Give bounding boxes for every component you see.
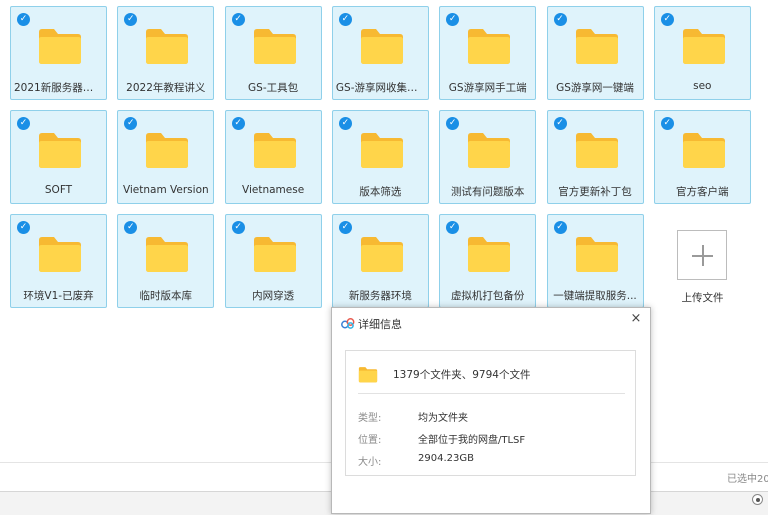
folder-name: GS-工具包 (248, 82, 299, 94)
checkmark-icon[interactable]: ✓ (338, 117, 352, 130)
folder-tile[interactable]: ✓ 临时版本库 (117, 214, 215, 308)
checkmark-icon[interactable]: ✓ (17, 13, 30, 26)
checkmark-icon[interactable]: ✓ (338, 221, 352, 234)
checkmark-icon[interactable]: ✓ (446, 13, 460, 26)
folder-tile[interactable]: ✓ 版本筛选 (331, 110, 429, 204)
location-label: 位置: (358, 435, 382, 446)
type-value: 均为文件夹 (418, 413, 468, 424)
checkmark-icon[interactable]: ✓ (124, 13, 138, 26)
folder-tile[interactable]: ✓ SOFT (10, 110, 107, 204)
radio-icon[interactable] (752, 494, 763, 505)
folder-name: 临时版本库 (139, 290, 193, 302)
cloud-logo-icon (341, 318, 355, 329)
folder-tile[interactable]: ✓ 一键端提取服务... (546, 214, 644, 308)
folder-icon (466, 235, 512, 273)
folder-tile[interactable]: ✓ Vietnamese (224, 110, 322, 204)
folder-name: Vietnam Version (122, 184, 209, 196)
folder-name: 虚拟机打包备份 (450, 290, 525, 302)
upload-label: 上传文件 (681, 292, 724, 304)
size-value: 2904.23GB (418, 453, 474, 464)
summary-text: 1379个文件夹、9794个文件 (393, 369, 531, 381)
checkmark-icon[interactable]: ✓ (446, 221, 460, 234)
folder-name: 官方客户端 (676, 186, 729, 198)
folder-tile[interactable]: ✓ GS游享网手工端 (439, 6, 537, 100)
details-dialog: 详细信息 × 1379个文件夹、9794个文件 类型: 均为文件夹 位置: 全部… (331, 307, 651, 514)
checkmark-icon[interactable]: ✓ (231, 13, 245, 26)
folder-tile[interactable]: ✓ seo (653, 6, 751, 100)
folder-name: GS游享网一键端 (556, 82, 634, 94)
selected-count: 已选中20 (727, 474, 768, 485)
folder-tile[interactable]: ✓ 内网穿透 (224, 214, 322, 308)
type-label: 类型: (358, 413, 382, 424)
folder-icon (574, 131, 620, 169)
upload-file-button[interactable]: 上传文件 (654, 214, 751, 308)
checkmark-icon[interactable]: ✓ (553, 221, 567, 234)
folder-icon (358, 366, 378, 383)
folder-icon (574, 27, 620, 65)
folder-name: 2021新服务器环... (14, 82, 103, 94)
folder-name: GS-游享网收集板... (335, 82, 425, 94)
folder-icon (144, 131, 190, 169)
info-panel: 1379个文件夹、9794个文件 类型: 均为文件夹 位置: 全部位于我的网盘/… (345, 350, 636, 476)
folder-name: 内网穿透 (252, 290, 295, 302)
folder-icon (37, 235, 83, 273)
folder-name: 环境V1-已废弃 (23, 290, 94, 302)
checkmark-icon[interactable]: ✓ (17, 117, 30, 130)
folder-name: 官方更新补丁包 (558, 186, 632, 198)
size-label: 大小: (358, 457, 382, 468)
folder-tile[interactable]: ✓ 虚拟机打包备份 (439, 214, 537, 308)
checkmark-icon[interactable]: ✓ (124, 117, 138, 130)
folder-icon (144, 235, 190, 273)
folder-icon (359, 235, 405, 273)
folder-tile[interactable]: ✓ GS游享网一键端 (546, 6, 644, 100)
checkmark-icon[interactable]: ✓ (124, 221, 138, 234)
folder-tile[interactable]: ✓ GS-工具包 (224, 6, 322, 100)
checkmark-icon[interactable]: ✓ (338, 13, 352, 26)
folder-icon (681, 27, 727, 65)
folder-name: 2022年教程讲义 (126, 82, 206, 94)
folder-tile[interactable]: ✓ Vietnam Version (117, 110, 215, 204)
checkmark-icon[interactable]: ✓ (231, 117, 245, 130)
folder-name: SOFT (44, 184, 73, 196)
folder-icon (466, 131, 512, 169)
folder-icon (466, 27, 512, 65)
folder-tile[interactable]: ✓ 官方更新补丁包 (546, 110, 644, 204)
folder-icon (681, 131, 727, 169)
folder-icon (359, 131, 405, 169)
checkmark-icon[interactable]: ✓ (231, 221, 245, 234)
folder-name: 版本筛选 (359, 186, 402, 198)
folder-icon (252, 27, 298, 65)
folder-name: 新服务器环境 (348, 290, 412, 302)
folder-tile[interactable]: ✓ 2021新服务器环... (10, 6, 107, 100)
checkmark-icon[interactable]: ✓ (17, 221, 30, 234)
folder-name: Vietnamese (242, 184, 305, 196)
folder-tile[interactable]: ✓ 测试有问题版本 (439, 110, 537, 204)
checkmark-icon[interactable]: ✓ (446, 117, 460, 130)
folder-icon (574, 235, 620, 273)
folder-tile[interactable]: ✓ 环境V1-已废弃 (10, 214, 107, 308)
folder-icon (37, 27, 83, 65)
folder-name: seo (693, 80, 712, 92)
checkmark-icon[interactable]: ✓ (553, 117, 567, 130)
folder-icon (144, 27, 190, 65)
divider (358, 393, 625, 394)
folder-name: 一键端提取服务... (553, 290, 637, 302)
folder-name: 测试有问题版本 (450, 186, 525, 198)
folder-icon (359, 27, 405, 65)
close-icon[interactable]: × (628, 311, 644, 327)
checkmark-icon[interactable]: ✓ (660, 117, 674, 130)
folder-icon (252, 235, 298, 273)
folder-tile[interactable]: ✓ 2022年教程讲义 (117, 6, 215, 100)
location-value: 全部位于我的网盘/TLSF (418, 435, 526, 446)
folder-icon (37, 131, 83, 169)
folder-tile[interactable]: ✓ 官方客户端 (653, 110, 751, 204)
checkmark-icon[interactable]: ✓ (553, 13, 567, 26)
plus-icon (677, 230, 727, 280)
dialog-title: 详细信息 (358, 318, 402, 331)
folder-name: GS游享网手工端 (448, 82, 527, 94)
folder-icon (252, 131, 298, 169)
checkmark-icon[interactable]: ✓ (660, 13, 674, 26)
folder-tile[interactable]: ✓ GS-游享网收集板... (331, 6, 429, 100)
folder-tile[interactable]: ✓ 新服务器环境 (331, 214, 429, 308)
